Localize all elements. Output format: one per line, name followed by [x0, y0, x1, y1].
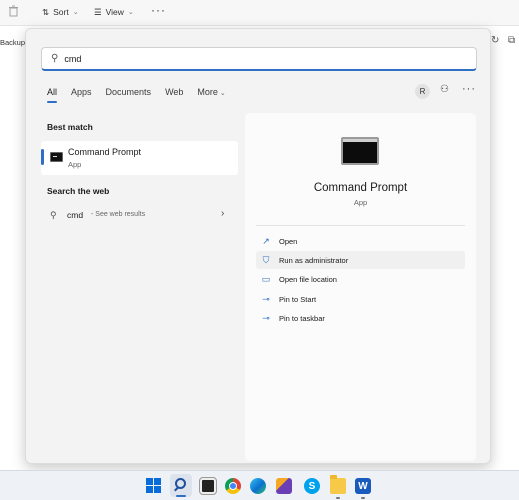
web-result-item[interactable]: ⚲ cmd - See web results ›: [41, 205, 238, 227]
chevron-down-icon: ⌄: [219, 90, 226, 97]
people-icon[interactable]: ⚇: [440, 84, 449, 95]
skype-icon[interactable]: S: [304, 478, 320, 494]
search-icon: ⚲: [51, 53, 59, 64]
web-query: cmd: [67, 210, 84, 220]
running-indicator: [361, 497, 365, 499]
action-run-admin-label: Run as administrator: [279, 255, 349, 265]
trash-icon[interactable]: [8, 5, 22, 19]
detail-subtitle: App: [353, 198, 368, 207]
view-button[interactable]: ☰ View ⌄: [94, 5, 134, 19]
edge-icon[interactable]: [250, 478, 266, 494]
best-match-heading: Best match: [47, 122, 93, 132]
file-explorer-icon[interactable]: [330, 475, 346, 494]
action-pin-to-start[interactable]: ⊸ Pin to Start: [256, 290, 465, 308]
pin-icon: ⊸: [262, 293, 270, 304]
avatar[interactable]: R: [415, 84, 430, 99]
search-more-button[interactable]: ···: [462, 83, 476, 95]
action-pin-to-taskbar[interactable]: ⊸ Pin to taskbar: [256, 309, 465, 327]
breadcrumb-fragment[interactable]: Backup: [0, 38, 25, 47]
tab-apps[interactable]: Apps: [71, 87, 92, 101]
search-input[interactable]: ⚲ cmd: [41, 47, 477, 71]
search-icon: ⚲: [50, 210, 57, 220]
detail-title: Command Prompt: [313, 182, 408, 194]
shield-icon: ⛉: [262, 254, 270, 265]
chevron-down-icon: ⌄: [72, 9, 79, 16]
task-view-icon[interactable]: [200, 478, 216, 494]
chevron-down-icon: ⌄: [127, 9, 134, 16]
command-prompt-large-icon: [341, 137, 379, 165]
action-open-label: Open: [279, 236, 298, 246]
open-icon: ↗: [262, 235, 270, 246]
divider: [256, 225, 465, 226]
search-query[interactable]: cmd: [64, 54, 81, 64]
chrome-icon[interactable]: [225, 478, 241, 494]
explorer-toolbar: ⇅ Sort ⌄ ☰ View ⌄ ···: [0, 0, 519, 26]
view-label: View: [105, 7, 124, 17]
action-pin-start-label: Pin to Start: [279, 294, 317, 304]
best-match-title: Command Prompt: [68, 147, 142, 157]
sort-label: Sort: [53, 7, 69, 17]
sort-button[interactable]: ⇅ Sort ⌄: [42, 5, 79, 19]
snipping-tool-icon[interactable]: [276, 478, 292, 494]
tab-more-label: More: [197, 87, 218, 97]
toolbar-more-button[interactable]: ···: [151, 3, 166, 17]
running-indicator: [336, 497, 340, 499]
action-pin-taskbar-label: Pin to taskbar: [279, 313, 325, 323]
web-hint: - See web results: [91, 211, 146, 218]
tab-documents[interactable]: Documents: [106, 87, 152, 101]
tab-more[interactable]: More ⌄: [197, 87, 225, 101]
pin-icon: ⊸: [262, 312, 270, 323]
view-icon: ☰: [94, 6, 102, 17]
selection-indicator: [41, 149, 44, 165]
word-icon[interactable]: W: [355, 478, 371, 494]
search-tabs: All Apps Documents Web More ⌄: [47, 87, 240, 103]
tab-web[interactable]: Web: [165, 87, 183, 101]
start-icon[interactable]: [146, 478, 162, 494]
search-panel: ⚲ cmd All Apps Documents Web More ⌄ R ⚇ ·…: [25, 28, 491, 464]
detail-pane: Command Prompt App ↗ Open ⛉ Run as admin…: [245, 113, 476, 461]
taskbar: S W: [0, 470, 519, 500]
tab-all[interactable]: All: [47, 87, 58, 103]
copy-path-icon[interactable]: ⧉: [508, 35, 515, 46]
action-open[interactable]: ↗ Open: [256, 232, 465, 250]
command-prompt-icon: [50, 152, 63, 162]
action-file-location-label: Open file location: [279, 274, 337, 284]
action-run-as-administrator[interactable]: ⛉ Run as administrator: [256, 251, 465, 269]
search-icon[interactable]: [170, 474, 192, 497]
folder-icon: ▭: [261, 273, 271, 284]
chevron-right-icon[interactable]: ›: [221, 208, 224, 219]
sort-icon: ⇅: [42, 6, 50, 17]
best-match-subtitle: App: [68, 160, 82, 169]
best-match-item[interactable]: Command Prompt App: [41, 141, 238, 175]
action-open-file-location[interactable]: ▭ Open file location: [256, 270, 465, 288]
search-web-heading: Search the web: [47, 186, 110, 196]
refresh-icon[interactable]: ↻: [491, 35, 499, 46]
